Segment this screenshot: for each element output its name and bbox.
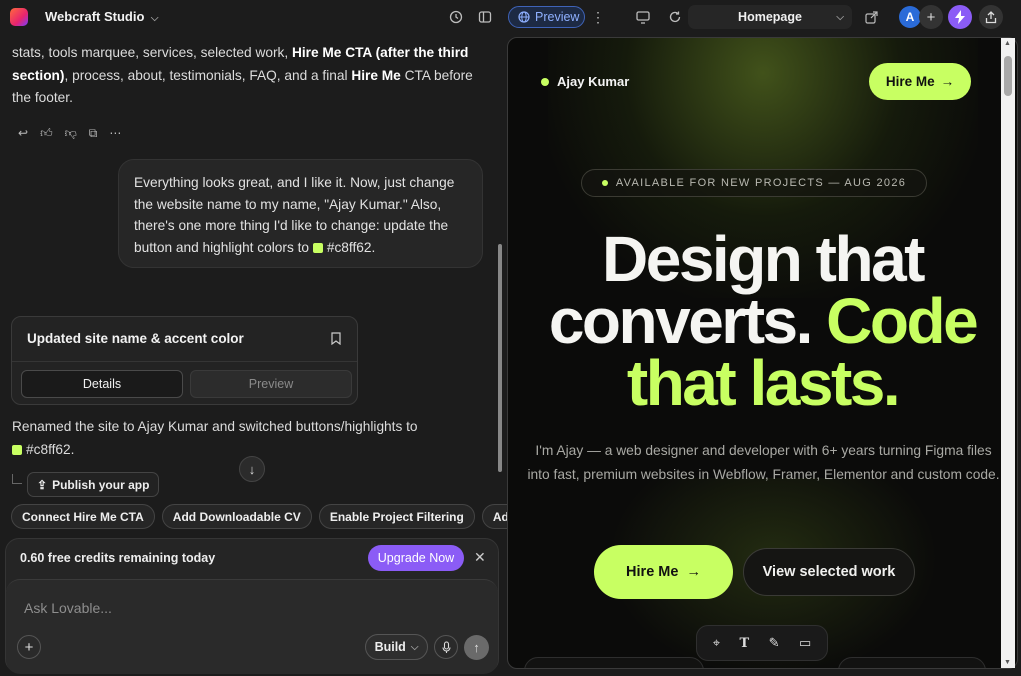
chat-scrollbar[interactable] xyxy=(498,244,502,472)
history-icon[interactable] xyxy=(447,8,465,26)
preview-toggle-button[interactable]: Preview xyxy=(508,6,585,28)
text-icon[interactable]: T xyxy=(739,636,749,651)
share-icon[interactable] xyxy=(979,5,1003,29)
availability-text: AVAILABLE FOR NEW PROJECTS — AUG 2026 xyxy=(615,177,907,189)
copy-icon[interactable]: ⧉ xyxy=(89,126,98,141)
user-message-bubble: Everything looks great, and I like it. N… xyxy=(118,159,483,268)
preview-scrollbar-thumb[interactable] xyxy=(1004,56,1012,96)
hire-me-nav-button[interactable]: Hire Me → xyxy=(869,63,971,100)
hire-label: Hire Me xyxy=(626,564,679,580)
assistant-reply: Renamed the site to Ajay Kumar and switc… xyxy=(12,415,482,461)
suggestion-chips: Connect Hire Me CTA Add Downloadable CV … xyxy=(11,504,507,529)
upgrade-button[interactable]: Upgrade Now xyxy=(368,545,464,571)
reply-text: Renamed the site to Ajay Kumar and switc… xyxy=(12,419,418,434)
hire-me-button[interactable]: Hire Me → xyxy=(594,545,733,599)
site-brand[interactable]: Ajay Kumar xyxy=(541,74,629,89)
hire-label: Hire Me xyxy=(885,74,935,89)
suggestion-chip[interactable]: Enable Project Filtering xyxy=(318,504,475,529)
invite-plus-icon[interactable]: + xyxy=(919,5,943,29)
message-text: , process, about, testimonials, FAQ, and… xyxy=(64,67,352,83)
monitor-icon[interactable] xyxy=(634,8,652,26)
assistant-message: stats, tools marquee, services, selected… xyxy=(12,42,482,110)
chat-input-placeholder: Ask Lovable... xyxy=(24,600,112,616)
details-tab[interactable]: Details xyxy=(21,370,183,398)
chevron-down-icon: ⌵ xyxy=(148,13,159,24)
top-bar: Webcraft Studio ⌵ Preview ⋮ Homepage ⌵ A… xyxy=(0,0,1021,34)
chevron-down-icon: ⌵ xyxy=(836,11,844,23)
view-work-button[interactable]: View selected work xyxy=(743,548,915,596)
sidebar-toggle-icon[interactable] xyxy=(476,8,494,26)
brand-dot xyxy=(541,77,549,86)
thumbs-up-icon[interactable]: 👍︎ xyxy=(40,126,53,141)
microphone-icon[interactable] xyxy=(434,635,458,659)
arrow-right-icon: → xyxy=(686,564,701,580)
credits-text: 0.60 free credits remaining today xyxy=(20,551,216,565)
suggestion-chip[interactable]: Connect Hire Me CTA xyxy=(11,504,155,529)
chat-input[interactable]: Ask Lovable... + Build ⌵ ↑ xyxy=(6,579,498,674)
bolt-icon[interactable] xyxy=(948,5,972,29)
headline-line: Design that xyxy=(602,223,925,295)
undo-icon[interactable]: ↩ xyxy=(18,126,28,141)
preview-scrollbar-track[interactable] xyxy=(1001,38,1015,668)
edit-toolbar: ⌖ T ✎ ▭ xyxy=(696,625,828,661)
user-color-text: #c8ff62. xyxy=(326,239,376,255)
composer: 0.60 free credits remaining today Upgrad… xyxy=(5,538,499,674)
reply-color-text: #c8ff62. xyxy=(26,442,75,457)
message-bold-text: Hire Me xyxy=(351,67,401,83)
chat-panel: stats, tools marquee, services, selected… xyxy=(0,34,507,676)
chevron-down-icon: ⌵ xyxy=(410,641,419,653)
user-message-text: Everything looks great, and I like it. N… xyxy=(134,175,455,255)
more-icon[interactable]: ⋯ xyxy=(109,126,121,141)
message-actions: ↩ 👍︎ 👎︎ ⧉ ⋯ xyxy=(18,126,121,141)
status-dot xyxy=(601,180,608,186)
site-preview: Ajay Kumar Hire Me → AVAILABLE FOR NEW P… xyxy=(507,37,1018,669)
message-text: stats, tools marquee, services, selected… xyxy=(12,45,292,60)
preview-label: Preview xyxy=(535,10,580,24)
next-section-card xyxy=(838,657,986,668)
page-select-value: Homepage xyxy=(738,10,802,24)
next-section-card xyxy=(524,657,704,668)
version-card: Updated site name & accent color Details… xyxy=(11,316,358,405)
external-link-icon[interactable] xyxy=(862,8,880,26)
hero-subtitle: I'm Ajay — a web designer and developer … xyxy=(527,443,1000,482)
globe-icon xyxy=(518,11,530,23)
scroll-down-button[interactable]: ↓ xyxy=(239,456,265,482)
pencil-icon[interactable]: ✎ xyxy=(769,635,780,651)
scroll-down-arrow-icon[interactable]: ▼ xyxy=(1004,659,1011,666)
close-icon[interactable]: ✕ xyxy=(474,549,486,566)
brand-name: Ajay Kumar xyxy=(557,74,630,89)
suggestion-chip[interactable]: Add Downloadable CV xyxy=(161,504,312,529)
availability-badge: AVAILABLE FOR NEW PROJECTS — AUG 2026 xyxy=(581,169,927,197)
headline-line: converts. Code xyxy=(508,289,1017,353)
lovable-logo-icon[interactable] xyxy=(10,8,28,26)
attach-plus-icon[interactable]: + xyxy=(17,635,41,659)
project-name: Webcraft Studio xyxy=(45,9,145,24)
scroll-up-arrow-icon[interactable]: ▲ xyxy=(1004,40,1011,47)
card-title: Updated site name & accent color xyxy=(27,331,244,346)
arrow-right-icon: → xyxy=(940,74,955,89)
suggestion-chip[interactable]: Add xyxy=(481,504,507,529)
color-swatch xyxy=(12,445,22,456)
publish-label: Publish your app xyxy=(52,477,150,492)
mode-label: Build xyxy=(374,640,406,654)
page-select[interactable]: Homepage ⌵ xyxy=(688,5,852,29)
thumbs-down-icon[interactable]: 👎︎ xyxy=(65,126,77,141)
select-element-icon[interactable]: ⌖ xyxy=(713,635,720,651)
preview-tab[interactable]: Preview xyxy=(190,370,352,398)
send-button[interactable]: ↑ xyxy=(464,635,489,660)
mode-select[interactable]: Build ⌵ xyxy=(365,634,428,660)
project-name-dropdown[interactable]: Webcraft Studio ⌵ xyxy=(45,9,158,24)
publish-button[interactable]: ⇪ Publish your app xyxy=(27,472,160,497)
more-options-icon[interactable]: ⋮ xyxy=(589,8,607,26)
color-swatch xyxy=(312,242,323,253)
headline-accent: that lasts. xyxy=(626,347,901,419)
hero-headline: Design that converts. Code that lasts. xyxy=(508,223,1017,419)
bookmark-icon[interactable] xyxy=(331,332,341,348)
avatar[interactable]: A xyxy=(899,6,921,28)
thread-connector xyxy=(12,474,22,484)
upload-icon: ⇪ xyxy=(37,477,48,492)
comment-icon[interactable]: ▭ xyxy=(799,635,811,651)
refresh-icon[interactable] xyxy=(666,8,684,26)
divider xyxy=(12,361,357,362)
